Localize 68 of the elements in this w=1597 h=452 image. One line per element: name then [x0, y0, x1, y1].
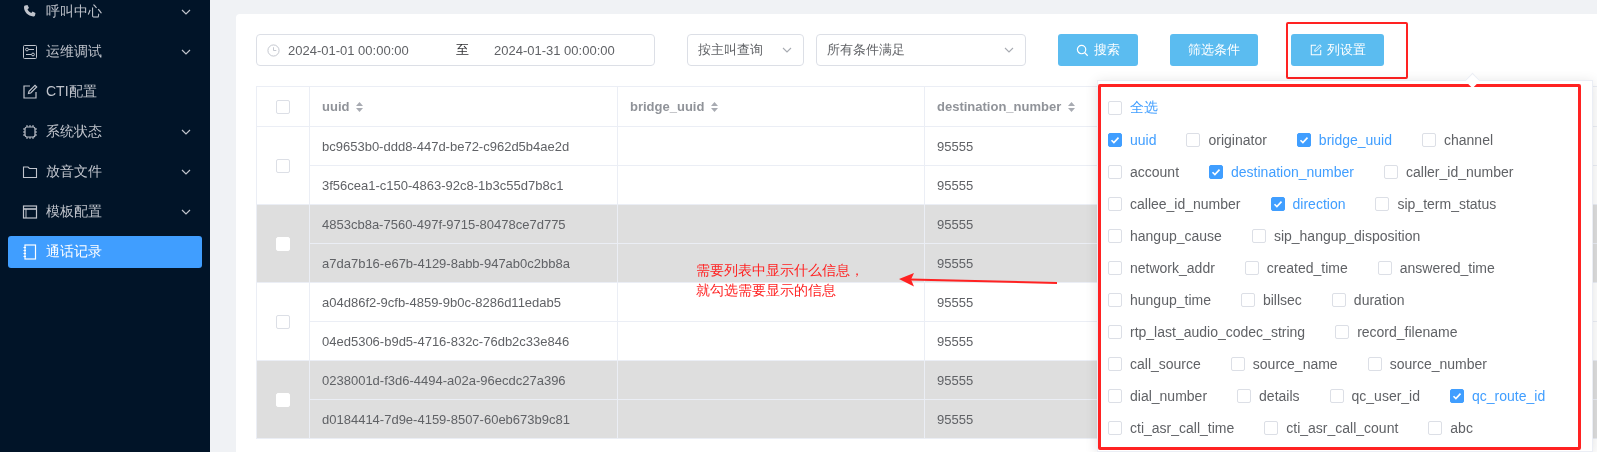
search-icon [1076, 43, 1089, 57]
annotation-text: 需要列表中显示什么信息， 就勾选需要显示的信息 [696, 261, 864, 300]
option-label[interactable]: account [1130, 164, 1180, 180]
option-label[interactable]: details [1259, 388, 1300, 404]
sidebar-item[interactable]: 呼叫中心 [8, 0, 202, 28]
checkbox[interactable] [1296, 133, 1311, 147]
table-cell: a7da7b16-e67b-4129-8abb-947ab0c2bb8a [322, 255, 570, 271]
checkbox[interactable] [1209, 165, 1224, 179]
select-field[interactable]: 按主叫查询 [687, 34, 804, 66]
table-cell: 95555 [937, 255, 974, 271]
option-label[interactable]: hangup_cause [1130, 228, 1222, 244]
table-cell: 95555 [937, 333, 974, 349]
option-label[interactable]: sip_term_status [1397, 196, 1497, 212]
window-icon [22, 204, 38, 220]
chip-icon [22, 124, 38, 140]
sidebar-item[interactable]: CTI配置 [8, 76, 202, 108]
option-label[interactable]: callee_id_number [1130, 196, 1241, 212]
option-label[interactable]: hungup_time [1130, 292, 1211, 308]
sidebar-item[interactable]: 放音文件 [8, 156, 202, 188]
option-label[interactable]: rtp_last_audio_codec_string [1130, 324, 1306, 340]
option-label[interactable]: sip_hangup_disposition [1273, 228, 1421, 244]
table-cell: d0184414-7d9e-4159-8507-60eb673b9c81 [322, 411, 570, 427]
table-cell: 3f56cea1-c150-4863-92c8-1b3c55d7b8c1 [322, 177, 564, 193]
notebook-icon [22, 244, 38, 260]
sort-icon[interactable] [1067, 100, 1077, 113]
table-cell: 95555 [937, 177, 974, 193]
option-label[interactable]: caller_id_number [1406, 164, 1514, 180]
table-cell: 04ed5306-b9d5-4716-832c-76db2c33e846 [322, 333, 570, 349]
option-label[interactable]: source_number [1389, 356, 1487, 372]
option-label[interactable]: source_name [1252, 356, 1338, 372]
option-label[interactable]: dial_number [1130, 388, 1208, 404]
clock-icon [267, 43, 280, 57]
sidebar-item[interactable]: 模板配置 [8, 196, 202, 228]
edit-icon [1309, 44, 1322, 56]
option-label[interactable]: qc_user_id [1351, 388, 1421, 404]
table-cell: 4853cb8a-7560-497f-9715-80478ce7d775 [322, 216, 566, 232]
table-cell: 95555 [937, 372, 974, 388]
table-cell: 95555 [937, 294, 974, 310]
option-label[interactable]: record_filename [1357, 324, 1458, 340]
folder-icon [22, 164, 38, 180]
option-label[interactable]: answered_time [1399, 260, 1495, 276]
checkbox[interactable] [1270, 197, 1285, 211]
sidebar-item[interactable]: 系统状态 [8, 116, 202, 148]
option-label[interactable]: channel [1444, 132, 1494, 148]
option-label[interactable]: call_source [1130, 356, 1201, 372]
option-label[interactable]: billsec [1262, 292, 1302, 308]
option-label[interactable]: network_addr [1130, 260, 1215, 276]
checkbox[interactable] [1108, 133, 1122, 147]
edit-icon [22, 84, 38, 100]
table-cell: bc9653b0-ddd8-447d-be72-c962d5b4ae2d [322, 138, 570, 154]
select-field[interactable]: 所有条件满足 [816, 34, 1026, 66]
table-cell: a04d86f2-9cfb-4859-9b0c-8286d11edab5 [322, 294, 561, 310]
sort-icon[interactable] [355, 100, 365, 113]
table-cell: 95555 [937, 411, 974, 427]
option-label[interactable]: cti_asr_call_count [1286, 420, 1399, 436]
table-cell: 0238001d-f3d6-4494-a02a-96ecdc27a396 [322, 372, 566, 388]
option-label[interactable]: originator [1208, 132, 1267, 148]
sidebar-item[interactable]: 运维调试 [8, 36, 202, 68]
table-cell: 95555 [937, 216, 974, 232]
option-label[interactable]: abc [1450, 420, 1473, 436]
table-cell: 95555 [937, 138, 974, 154]
option-label[interactable]: duration [1353, 292, 1405, 308]
sort-icon[interactable] [710, 100, 720, 113]
option-label[interactable]: cti_asr_call_time [1130, 420, 1235, 436]
checkbox[interactable] [1450, 389, 1465, 403]
control-panel-icon [22, 44, 38, 60]
date-range-field[interactable]: 2024-01-01 00:00:00 至 2024-01-31 00:00:00 [256, 34, 655, 66]
option-label[interactable]: created_time [1266, 260, 1348, 276]
